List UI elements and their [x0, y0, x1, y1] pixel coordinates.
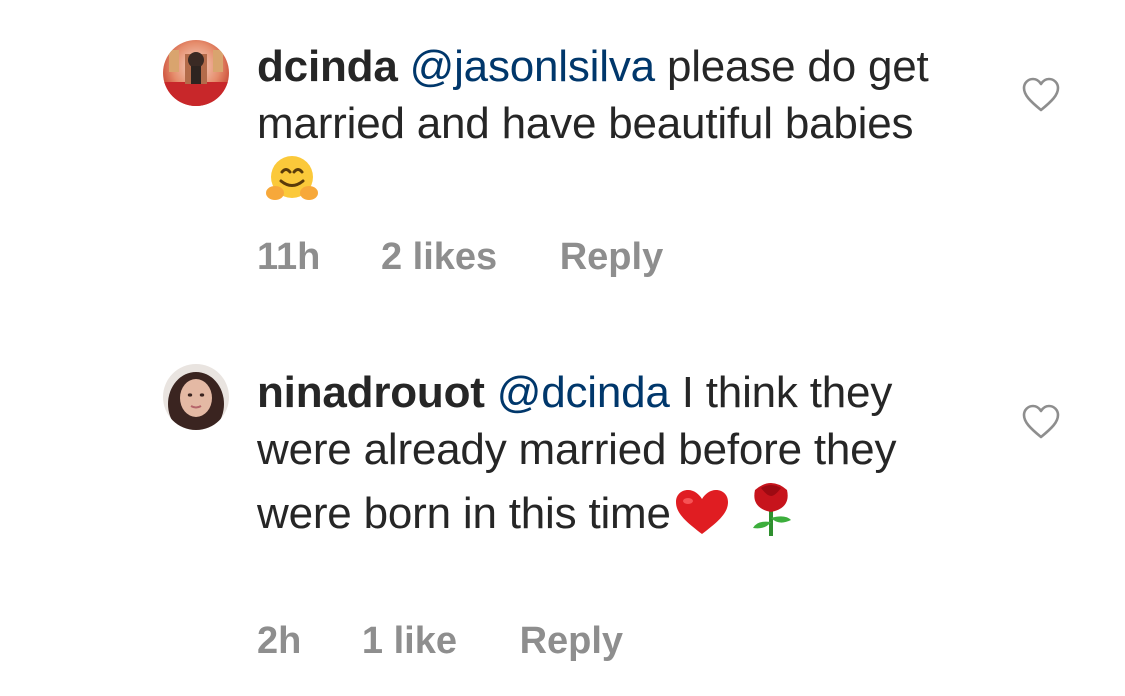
heart-icon[interactable]	[1022, 404, 1060, 440]
comment-mention[interactable]: @jasonlsilva	[410, 42, 655, 91]
avatar[interactable]	[163, 40, 229, 106]
comment-meta: 11h 2 likes Reply	[257, 236, 663, 279]
rose-emoji	[745, 478, 797, 552]
comment-mention[interactable]: @dcinda	[497, 368, 670, 417]
comment-likes[interactable]: 2 likes	[381, 236, 497, 279]
comment-meta: 2h 1 like Reply	[257, 620, 623, 663]
comment-username[interactable]: dcinda	[257, 42, 398, 91]
comment-text: ninadrouot @dcinda I think they were alr…	[257, 364, 977, 552]
avatar-image	[163, 364, 229, 430]
hugging-face-emoji	[263, 153, 321, 219]
avatar[interactable]	[163, 364, 229, 430]
comment-timestamp: 2h	[257, 620, 302, 662]
comment-likes[interactable]: 1 like	[362, 620, 457, 663]
avatar-image	[163, 40, 229, 106]
comment-username[interactable]: ninadrouot	[257, 368, 485, 417]
reply-button[interactable]: Reply	[560, 236, 663, 279]
red-heart-emoji	[673, 488, 731, 552]
reply-button[interactable]: Reply	[520, 620, 623, 663]
comment-text: dcinda @jasonlsilva please do get marrie…	[257, 38, 977, 219]
comment-timestamp: 11h	[257, 236, 321, 278]
heart-icon[interactable]	[1022, 77, 1060, 113]
